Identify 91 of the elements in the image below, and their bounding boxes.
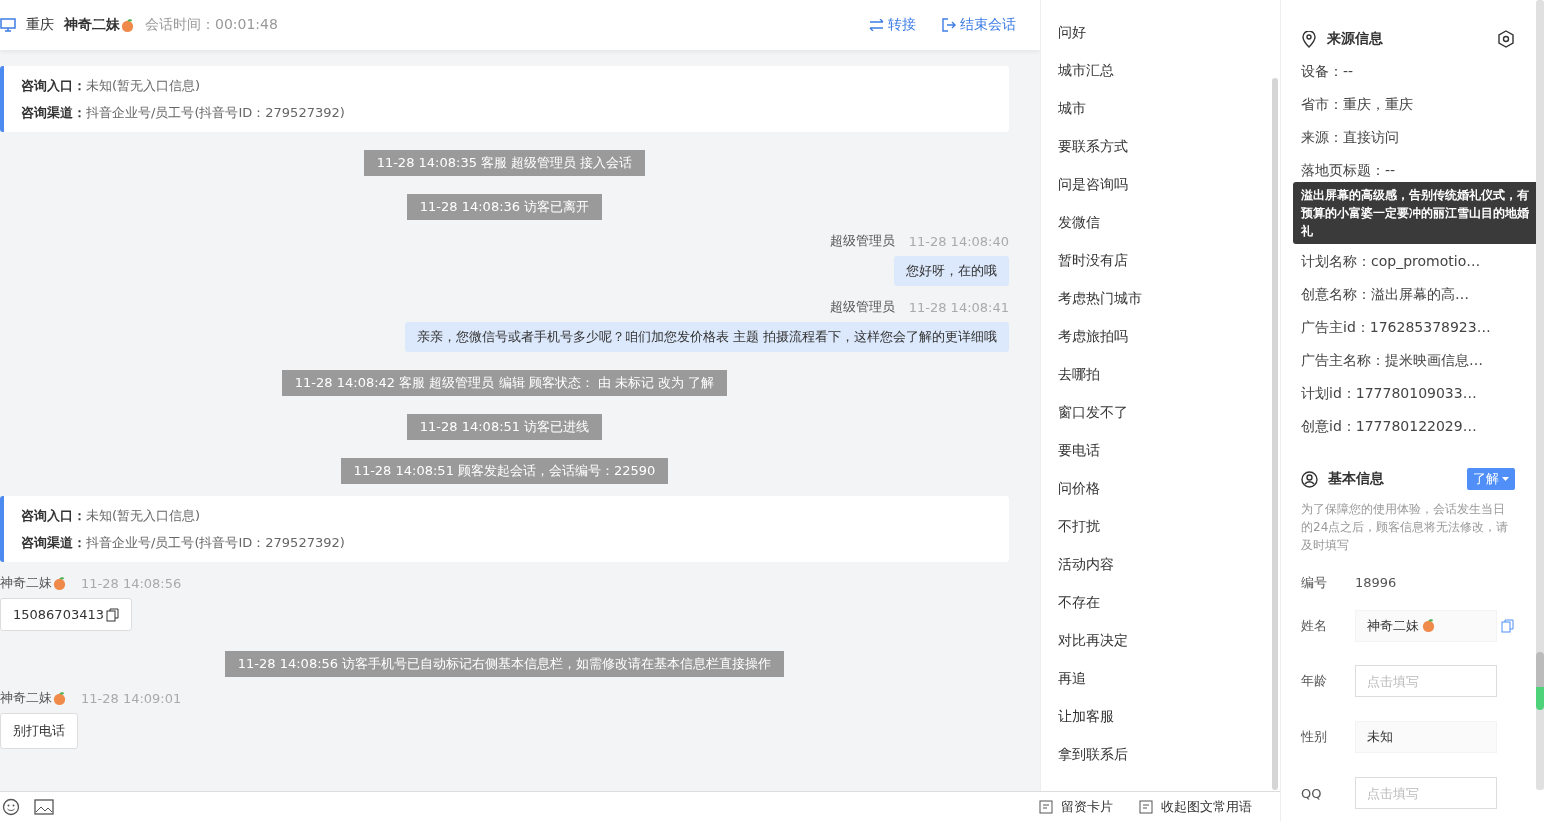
- quick-reply-item[interactable]: 问好: [1058, 24, 1280, 62]
- field-label: 性别: [1301, 728, 1328, 747]
- quick-reply-item[interactable]: 问是咨询吗: [1058, 176, 1280, 214]
- smiley-icon[interactable]: [2, 797, 20, 816]
- source-info-line: 创意id：177780122029…: [1301, 417, 1478, 435]
- quick-reply-item[interactable]: 让加客服: [1058, 708, 1280, 746]
- consult-info-line: 咨询入口：未知(暂无入口信息): [21, 507, 202, 525]
- quick-reply-item[interactable]: 要电话: [1058, 442, 1280, 480]
- sender-name: 超级管理员: [829, 232, 895, 250]
- end-session-button[interactable]: 结束会话: [926, 16, 1016, 34]
- peach-icon: [52, 690, 67, 706]
- quick-reply-item[interactable]: 问价格: [1058, 480, 1280, 518]
- section-title: 来源信息: [1327, 30, 1383, 48]
- source-info-line: 来源：直接访问: [1301, 128, 1400, 146]
- quick-reply-item[interactable]: 拿到联系后: [1058, 746, 1280, 784]
- field-value: 18996: [1355, 575, 1397, 591]
- sender-name: 神奇二妹: [0, 689, 52, 707]
- quick-reply-item[interactable]: 去哪拍: [1058, 366, 1280, 404]
- field-value: 神奇二妹: [1367, 616, 1419, 635]
- input-field[interactable]: 点击填写: [1355, 665, 1497, 698]
- message-text: 别打电话: [13, 722, 65, 740]
- field-label: 编号: [1301, 573, 1328, 592]
- user-circle-icon: [1301, 470, 1318, 488]
- peach-icon: [52, 575, 67, 591]
- quick-reply-item[interactable]: 发微信: [1058, 214, 1280, 252]
- message-text: 15086703413: [13, 607, 104, 622]
- sender-name: 神奇二妹: [0, 574, 52, 592]
- quick-reply-item[interactable]: 暂时没有店: [1058, 252, 1280, 290]
- quick-reply-item[interactable]: 不存在: [1058, 594, 1280, 632]
- system-notice: 11-28 14:08:36 访客已离开: [406, 194, 603, 220]
- session-time: 会话时间：00:01:48: [145, 16, 278, 34]
- peach-icon: [1421, 618, 1436, 634]
- monitor-icon: [0, 18, 16, 32]
- system-notice: 11-28 14:08:51 顾客发起会话，会话编号：22590: [340, 458, 669, 484]
- peach-icon: [120, 17, 135, 33]
- notice-text: 为了保障您的使用体验，会话发生当日的24点之后，顾客信息将无法修改，请及时填写: [1301, 501, 1510, 554]
- location-pin-icon: [1301, 30, 1317, 48]
- quick-reply-item[interactable]: 城市汇总: [1058, 62, 1280, 100]
- quick-reply-item[interactable]: 不打扰: [1058, 518, 1280, 556]
- select-field[interactable]: 未知: [1355, 721, 1497, 754]
- consult-info-line: 咨询入口：未知(暂无入口信息): [21, 77, 202, 95]
- name-field[interactable]: 神奇二妹: [1355, 609, 1497, 642]
- scrollbar-thumb[interactable]: [1536, 652, 1544, 710]
- image-icon[interactable]: [34, 798, 54, 815]
- exit-icon: [942, 18, 956, 32]
- quick-reply-item[interactable]: 要联系方式: [1058, 138, 1280, 176]
- toolbar-action[interactable]: 收起图文常用语: [1133, 797, 1258, 816]
- quick-reply-item[interactable]: 城市: [1058, 100, 1280, 138]
- field-label: 年龄: [1301, 672, 1328, 691]
- system-notice: 11-28 14:08:56 访客手机号已自动标记右侧基本信息栏，如需修改请在基本信息栏直接操作: [224, 651, 785, 677]
- swap-arrows-icon: [869, 19, 884, 31]
- field-label: 姓名: [1301, 616, 1328, 635]
- quick-reply-item[interactable]: 对比再决定: [1058, 632, 1280, 670]
- source-info-line: 计划名称：cop_promotio…: [1301, 252, 1482, 270]
- quick-reply-item[interactable]: 活动内容: [1058, 556, 1280, 594]
- source-info-line: 设备：--: [1301, 62, 1355, 80]
- scrollbar[interactable]: [1272, 78, 1278, 790]
- message-time: 11-28 14:09:01: [81, 690, 182, 706]
- source-info-line: 落地页标题：--: [1301, 161, 1397, 179]
- field-label: QQ: [1301, 785, 1323, 801]
- message-time: 11-28 14:08:40: [908, 233, 1009, 249]
- list-icon: [1139, 799, 1153, 814]
- message-time: 11-28 14:08:56: [81, 575, 182, 591]
- section-title: 基本信息: [1328, 470, 1384, 488]
- system-notice: 11-28 14:08:42 客服 超级管理员 编辑 顾客状态： 由 未标记 改为 了解: [281, 370, 728, 396]
- sender-name: 超级管理员: [829, 298, 895, 316]
- settings-icon[interactable]: [1497, 30, 1515, 48]
- quick-reply-item[interactable]: 考虑热门城市: [1058, 290, 1280, 328]
- consult-info-line: 咨询渠道：抖音企业号/员工号(抖音号ID：279527392): [21, 534, 346, 552]
- caret-icon: [1502, 477, 1509, 481]
- source-info-line: 广告主id：176285378923…: [1301, 318, 1492, 336]
- source-info-line: 创意名称：溢出屏幕的高…: [1301, 285, 1470, 303]
- source-info-line: 计划id：177780109033…: [1301, 384, 1478, 402]
- toolbar-action[interactable]: 留资卡片: [1033, 797, 1119, 816]
- system-notice: 11-28 14:08:35 客服 超级管理员 接入会话: [363, 150, 646, 176]
- source-info-line: 省市：重庆，重庆: [1301, 95, 1414, 113]
- quick-reply-item[interactable]: 再追: [1058, 670, 1280, 708]
- message-time: 11-28 14:08:41: [908, 299, 1009, 315]
- list-icon: [1039, 799, 1053, 814]
- city-label: 重庆: [26, 16, 54, 34]
- consult-info-line: 咨询渠道：抖音企业号/员工号(抖音号ID：279527392): [21, 104, 346, 122]
- transfer-button[interactable]: 转接: [853, 16, 916, 34]
- source-info-line: 广告主名称：提米映画信息…: [1301, 351, 1484, 369]
- visitor-name: 神奇二妹: [64, 16, 120, 34]
- quick-reply-item[interactable]: 考虑旅拍吗: [1058, 328, 1280, 366]
- system-notice: 11-28 14:08:51 访客已进线: [406, 414, 603, 440]
- agent-message: 亲亲，您微信号或者手机号多少呢？咱们加您发价格表 主题 拍摄流程看下，这样您会了解的更详细哦: [404, 322, 1009, 352]
- copy-icon[interactable]: [106, 607, 119, 622]
- input-field[interactable]: 点击填写: [1355, 777, 1497, 810]
- agent-message: 您好呀，在的哦: [894, 256, 1009, 286]
- quick-reply-item[interactable]: 窗口发不了: [1058, 404, 1280, 442]
